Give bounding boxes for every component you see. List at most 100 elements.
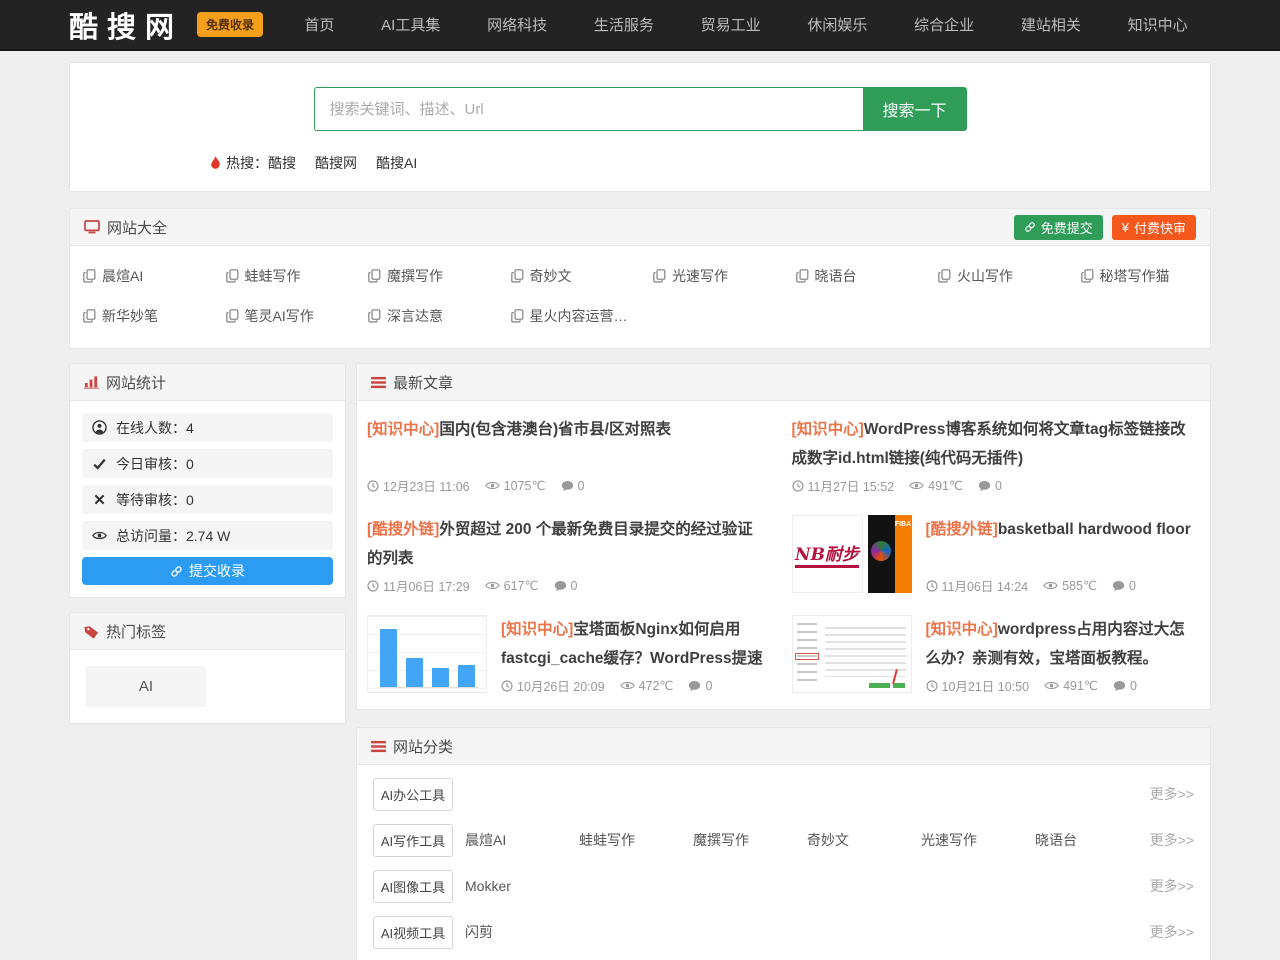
- more-link[interactable]: 更多>>: [1150, 876, 1194, 896]
- copy-icon: [368, 269, 381, 283]
- site-link[interactable]: 奇妙文: [498, 256, 641, 296]
- copy-icon: [938, 269, 951, 283]
- search-input[interactable]: [314, 87, 863, 131]
- article-meta: 11月06日 14:24 585℃ 0: [926, 576, 1193, 597]
- hot-search-links: 酷搜酷搜网酷搜AI: [268, 153, 436, 173]
- link-icon: [1024, 221, 1036, 233]
- site-logo[interactable]: 酷搜网: [69, 4, 183, 46]
- site-link-label: 光速写作: [672, 266, 728, 286]
- article-item[interactable]: [知识中心]WordPress博客系统如何将文章tag标签链接改成数字id.ht…: [784, 405, 1209, 505]
- category-row: AI写作工具 晨煊AI蛙蛙写作魔撰写作奇妙文光速写作晓语台 更多>>: [373, 817, 1194, 863]
- admin-panel-thumb: [792, 615, 912, 693]
- category-label[interactable]: AI视频工具: [373, 916, 453, 949]
- site-directory-panel: 网站大全 免费提交 ¥ 付费快审 晨煊AI 蛙蛙写作 魔撰写: [69, 208, 1211, 349]
- site-link[interactable]: 笔灵AI写作: [213, 296, 356, 336]
- site-categories-title: 网站分类: [393, 736, 453, 757]
- site-link-label: 秘塔写作猫: [1100, 266, 1170, 286]
- clock-icon: [501, 680, 513, 692]
- article-meta: 11月27日 15:52 491℃ 0: [792, 476, 1193, 497]
- article-views: 491℃: [1063, 678, 1098, 693]
- nav-item[interactable]: 知识中心: [1128, 14, 1188, 35]
- basketball-thumb: NB耐步 FIBA: [792, 515, 912, 593]
- site-link[interactable]: 深言达意: [355, 296, 498, 336]
- hot-search-link[interactable]: 酷搜AI: [376, 153, 417, 173]
- clock-icon: [367, 580, 379, 592]
- copy-icon: [368, 309, 381, 323]
- free-listing-badge[interactable]: 免费收录: [197, 12, 263, 37]
- paid-review-button[interactable]: ¥ 付费快审: [1112, 215, 1196, 240]
- flame-icon: [210, 156, 221, 171]
- site-link-label: 晨煊AI: [102, 266, 143, 286]
- comment-icon: [978, 480, 991, 492]
- site-link-label: 蛙蛙写作: [245, 266, 301, 286]
- nav-item[interactable]: 建站相关: [1021, 14, 1081, 35]
- article-date: 12月23日 11:06: [383, 476, 470, 495]
- article-item[interactable]: [知识中心]宝塔面板Nginx如何启用fastcgi_cache缓存？WordP…: [359, 605, 784, 705]
- category-rows: AI办公工具 更多>> AI写作工具 晨煊AI蛙蛙写作魔撰写作奇妙文光速写作晓语…: [357, 765, 1210, 960]
- article-item[interactable]: [知识中心]wordpress占用内容过大怎么办？亲测有效，宝塔面板教程。 10…: [784, 605, 1209, 705]
- submit-listing-button[interactable]: 提交收录: [82, 557, 333, 585]
- thumb-bar: [458, 665, 475, 687]
- category-row: AI办公工具 更多>>: [373, 771, 1194, 817]
- nav-item[interactable]: 首页: [304, 14, 334, 35]
- site-link[interactable]: 蛙蛙写作: [213, 256, 356, 296]
- stat-item: 今日审核：0: [82, 449, 333, 478]
- article-category: [知识中心]: [792, 421, 864, 438]
- article-views: 617℃: [504, 578, 539, 593]
- category-row: AI图像工具 Mokker 更多>>: [373, 863, 1194, 909]
- hot-search-link[interactable]: 酷搜: [268, 153, 296, 173]
- nav-item[interactable]: 生活服务: [594, 14, 654, 35]
- category-site-link[interactable]: 蛙蛙写作: [579, 830, 693, 850]
- article-date: 11月27日 15:52: [808, 476, 895, 495]
- more-link[interactable]: 更多>>: [1150, 784, 1194, 804]
- search-button[interactable]: 搜索一下: [863, 87, 967, 131]
- stat-item: 总访问量：2.74 W: [82, 521, 333, 550]
- site-link[interactable]: 晓语台: [783, 256, 926, 296]
- free-submit-button[interactable]: 免费提交: [1014, 215, 1103, 240]
- nav-item[interactable]: 贸易工业: [701, 14, 761, 35]
- category-site-link[interactable]: 奇妙文: [807, 830, 921, 850]
- category-row: AI视频工具 闪剪 更多>>: [373, 909, 1194, 955]
- hot-tags-panel: 热门标签 AI: [69, 612, 346, 724]
- nav-item[interactable]: 综合企业: [914, 14, 974, 35]
- nav-item[interactable]: 休闲娱乐: [807, 14, 867, 35]
- category-site-link[interactable]: 闪剪: [465, 922, 579, 942]
- category-site-link[interactable]: Mokker: [465, 878, 579, 894]
- site-link[interactable]: 魔撰写作: [355, 256, 498, 296]
- site-link[interactable]: 火山写作: [925, 256, 1068, 296]
- thumb-bar: [406, 658, 423, 687]
- thumb-bar: [380, 629, 397, 687]
- site-link[interactable]: 光速写作: [640, 256, 783, 296]
- nav-item[interactable]: AI工具集: [381, 14, 440, 35]
- latest-articles-title: 最新文章: [393, 372, 453, 393]
- search-panel: 搜索一下 热搜： 酷搜酷搜网酷搜AI: [69, 62, 1211, 192]
- category-label[interactable]: AI图像工具: [373, 870, 453, 903]
- category-site-link[interactable]: 晓语台: [1035, 830, 1149, 850]
- site-link[interactable]: 星火内容运营…: [498, 296, 641, 336]
- hot-search-link[interactable]: 酷搜网: [315, 153, 357, 173]
- more-link[interactable]: 更多>>: [1150, 830, 1194, 850]
- article-item[interactable]: [知识中心]国内(包含港澳台)省市县/区对照表 12月23日 11:06 107…: [359, 405, 784, 505]
- category-label[interactable]: AI办公工具: [373, 778, 453, 811]
- category-site-link[interactable]: 光速写作: [921, 830, 1035, 850]
- clock-icon: [367, 480, 379, 492]
- hot-tags-header: 热门标签: [70, 613, 345, 650]
- site-link[interactable]: 新华妙笔: [70, 296, 213, 336]
- stat-item: 在线人数：4: [82, 413, 333, 442]
- article-views: 1075℃: [504, 478, 546, 493]
- nav-item[interactable]: 网络科技: [487, 14, 547, 35]
- more-link[interactable]: 更多>>: [1150, 922, 1194, 942]
- clock-icon: [792, 480, 804, 492]
- article-item[interactable]: [酷搜外链]外贸超过 200 个最新免费目录提交的经过验证的列表 11月06日 …: [359, 505, 784, 605]
- category-site-link[interactable]: 魔撰写作: [693, 830, 807, 850]
- bar-chart-icon: [84, 375, 99, 389]
- comment-icon: [1112, 580, 1125, 592]
- site-link[interactable]: 晨煊AI: [70, 256, 213, 296]
- site-link-label: 奇妙文: [530, 266, 572, 286]
- site-link[interactable]: 秘塔写作猫: [1068, 256, 1211, 296]
- category-site-link[interactable]: 晨煊AI: [465, 830, 579, 850]
- tag-chip[interactable]: AI: [86, 666, 206, 707]
- category-label[interactable]: AI写作工具: [373, 824, 453, 857]
- article-item[interactable]: NB耐步 FIBA [酷搜外链]basketball hardwood floo…: [784, 505, 1209, 605]
- user-icon: [92, 420, 107, 435]
